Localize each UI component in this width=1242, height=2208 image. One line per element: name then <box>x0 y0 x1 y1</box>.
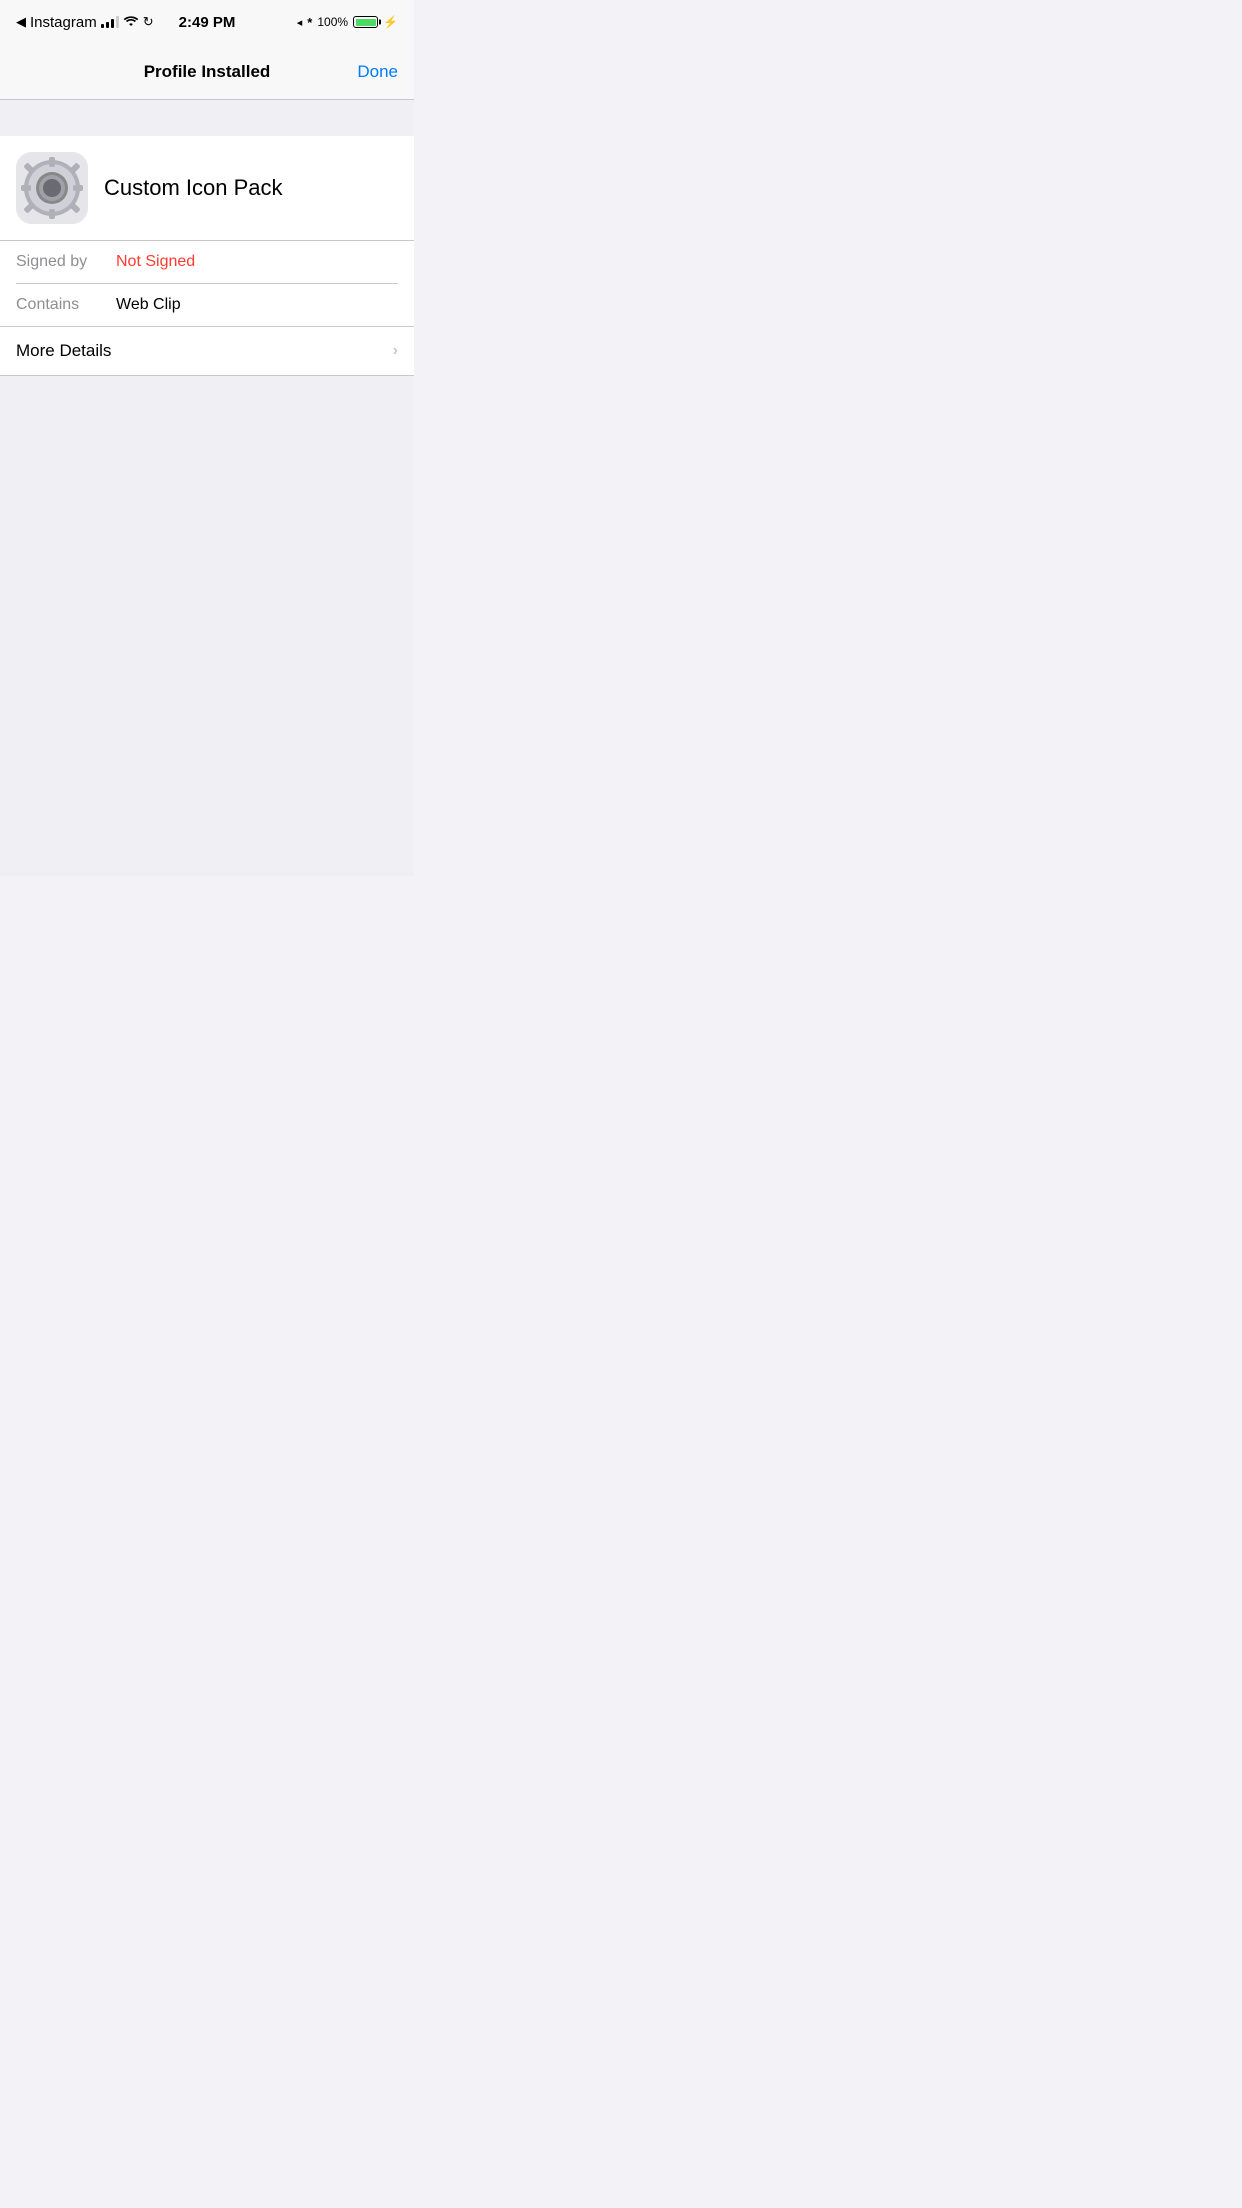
back-arrow-icon: ◀ <box>16 14 26 30</box>
contains-row: Contains Web Clip <box>16 284 398 326</box>
status-bar-left: ◀ Instagram ↻ <box>16 14 154 31</box>
signed-by-row: Signed by Not Signed <box>16 241 398 284</box>
charging-icon: ⚡ <box>383 15 398 29</box>
bluetooth-icon: * <box>307 15 312 30</box>
chevron-right-icon: › <box>393 342 398 360</box>
battery-percent: 100% <box>317 15 348 29</box>
refresh-icon: ↻ <box>143 14 154 30</box>
done-button[interactable]: Done <box>357 62 398 82</box>
details-section: Signed by Not Signed Contains Web Clip <box>0 241 414 327</box>
app-name: Instagram <box>30 14 97 31</box>
contains-value: Web Clip <box>116 296 181 314</box>
battery-icon <box>353 16 378 28</box>
wifi-icon <box>123 14 139 30</box>
signed-by-value: Not Signed <box>116 253 195 271</box>
profile-icon <box>16 152 88 224</box>
bottom-area <box>0 376 414 876</box>
nav-title: Profile Installed <box>144 62 271 82</box>
more-details-row[interactable]: More Details › <box>0 327 414 376</box>
profile-card: Custom Icon Pack <box>0 136 414 241</box>
settings-gear-icon <box>16 152 88 224</box>
signed-by-label: Signed by <box>16 253 116 271</box>
status-bar-right: ◂ * 100% ⚡ <box>297 15 398 30</box>
location-icon: ◂ <box>297 16 303 29</box>
status-bar-time: 2:49 PM <box>179 14 236 31</box>
contains-label: Contains <box>16 296 116 314</box>
signal-bars-icon <box>101 16 119 28</box>
nav-bar: Profile Installed Done <box>0 44 414 100</box>
more-details-label: More Details <box>16 341 111 361</box>
status-bar: ◀ Instagram ↻ 2:49 PM ◂ * 100% <box>0 0 414 44</box>
profile-name: Custom Icon Pack <box>104 175 283 201</box>
gray-spacer <box>0 100 414 136</box>
